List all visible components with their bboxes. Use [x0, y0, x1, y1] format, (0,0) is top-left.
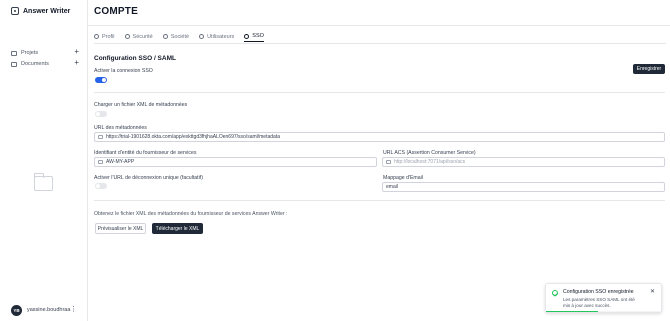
sidebar-item-label: Documents	[21, 61, 49, 67]
entity-id-input[interactable]: AW-MY-APP	[94, 157, 377, 167]
metadata-url-value: https://trial-1901628.okta.com/app/exktt…	[106, 134, 280, 140]
email-mapping-input[interactable]: email	[382, 182, 665, 192]
section-divider	[94, 200, 665, 201]
email-mapping-value: email	[386, 184, 398, 190]
xml-note: Obtenez le fichier XML des métadonnées d…	[94, 211, 288, 217]
acs-url-input[interactable]: http://localhost:7071/api/sso/acs	[382, 157, 665, 167]
tab-label: Utilisateurs	[207, 33, 235, 40]
sidebar: Answer Writer Projets + Documents + YB y…	[0, 0, 88, 321]
user-icon	[94, 34, 99, 39]
download-xml-button[interactable]: Télécharger le XML	[152, 223, 203, 234]
save-button[interactable]: Enregistrer	[633, 64, 665, 74]
check-circle-icon	[552, 290, 558, 296]
metadata-url-label: URL des métadonnées	[94, 125, 147, 131]
user-profile[interactable]: YB yassine.boudhraa ⋮	[11, 304, 81, 316]
login-icon	[386, 160, 391, 164]
tab-societe[interactable]: Société	[162, 31, 190, 42]
users-icon	[199, 34, 205, 39]
tab-sso[interactable]: SSO	[244, 31, 264, 42]
tab-label: Profil	[102, 33, 115, 40]
more-vertical-icon[interactable]: ⋮	[70, 305, 77, 315]
empty-folder-icon	[34, 173, 53, 191]
tab-label: Société	[170, 33, 190, 40]
acs-url-label: URL ACS (Assertion Consumer Service)	[383, 150, 476, 156]
app-name: Answer Writer	[23, 7, 71, 15]
file-icon	[11, 61, 17, 67]
lock-icon	[124, 34, 130, 39]
key-icon	[244, 33, 250, 39]
id-card-icon	[98, 160, 103, 164]
success-toast: Configuration SSO enregistrée Les paramè…	[545, 283, 662, 313]
sidebar-item-label: Projets	[21, 50, 39, 56]
toast-progress-bar	[546, 310, 661, 312]
entity-id-value: AW-MY-APP	[106, 159, 135, 165]
email-mapping-label: Mappage d'Email	[383, 175, 423, 181]
enable-sso-label: Activer la connexion SSO	[94, 68, 153, 74]
toast-progress-fill	[546, 310, 598, 312]
section-title: Configuration SSO / SAML	[94, 55, 176, 62]
tab-label: Sécurité	[132, 33, 153, 40]
enable-sso-toggle[interactable]	[95, 77, 107, 83]
user-name: yassine.boudhraa	[27, 307, 71, 313]
acs-url-placeholder: http://localhost:7071/api/sso/acs	[394, 159, 466, 165]
logout-url-label: Activer l'URL de déconnexion unique (fac…	[94, 175, 203, 181]
sidebar-item-projets[interactable]: Projets +	[11, 47, 79, 58]
toast-title: Configuration SSO enregistrée	[563, 289, 634, 295]
header-divider	[88, 25, 670, 26]
page-title: COMPTE	[94, 6, 138, 17]
preview-xml-button[interactable]: Prévisualiser le XML	[95, 223, 146, 234]
metadata-url-input[interactable]: https://trial-1901628.okta.com/app/exktt…	[94, 132, 665, 142]
close-icon[interactable]: ✕	[650, 288, 655, 295]
upload-xml-toggle[interactable]	[95, 111, 107, 117]
link-icon	[98, 135, 103, 139]
tab-utilisateurs[interactable]: Utilisateurs	[199, 31, 234, 42]
add-document-icon[interactable]: +	[74, 58, 79, 68]
section-divider	[94, 92, 665, 93]
tab-label: SSO	[252, 33, 264, 39]
toast-message: Les paramètres SSO SAML ont été mis à jo…	[563, 297, 635, 308]
upload-xml-label: Charger un fichier XML de métadonnées	[94, 102, 188, 108]
tab-bar: Profil Sécurité Société Utilisateurs SSO	[94, 31, 264, 43]
app-logo-icon	[11, 7, 19, 15]
tab-profil[interactable]: Profil	[94, 31, 115, 42]
add-project-icon[interactable]: +	[74, 47, 79, 57]
tabs-divider	[94, 43, 666, 44]
sidebar-item-documents[interactable]: Documents +	[11, 58, 79, 69]
folder-icon	[11, 50, 17, 56]
brand[interactable]: Answer Writer	[11, 7, 70, 15]
entity-id-label: Identifiant d'entité du fournisseur de s…	[94, 150, 197, 156]
tab-securite[interactable]: Sécurité	[124, 31, 153, 42]
logout-url-toggle[interactable]	[95, 183, 107, 189]
building-icon	[162, 34, 168, 39]
avatar: YB	[11, 304, 22, 316]
